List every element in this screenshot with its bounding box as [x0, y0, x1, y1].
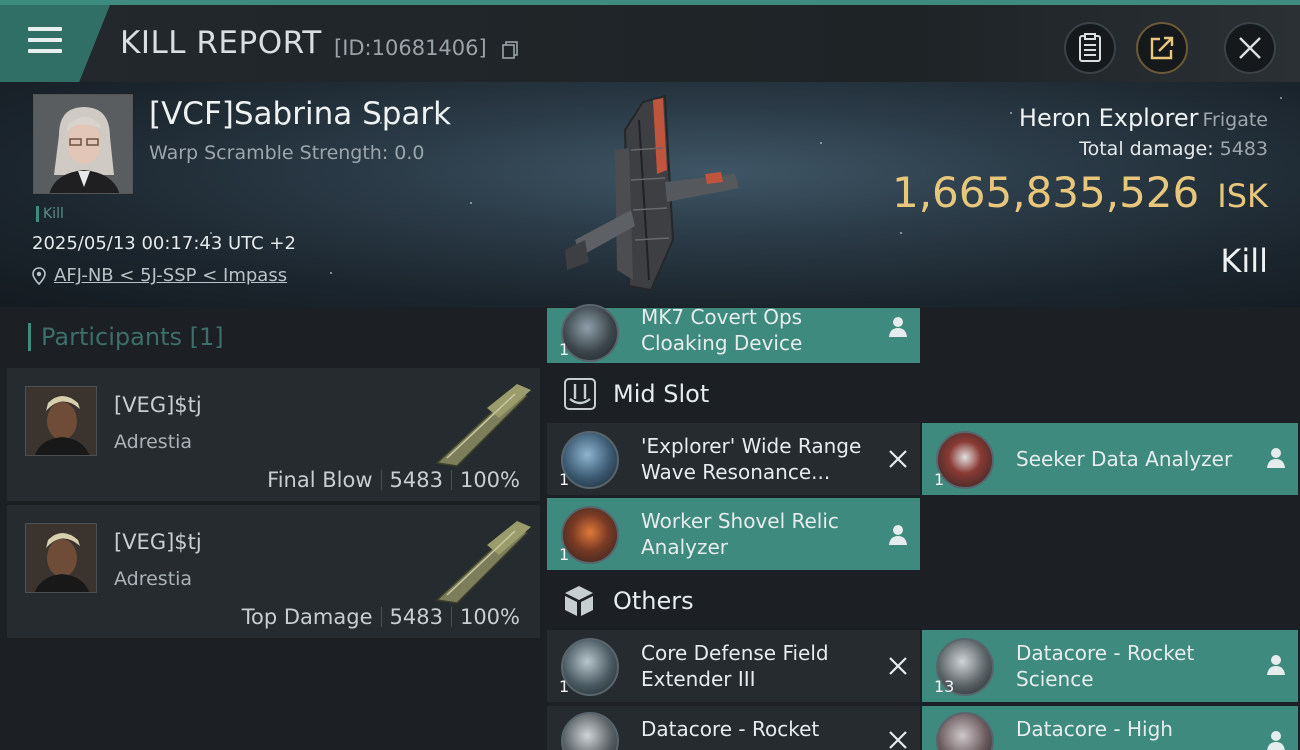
warp-scramble-strength: Warp Scramble Strength: 0.0 — [149, 142, 425, 164]
total-damage: Total damage: 5483 — [1079, 138, 1268, 160]
header-bar: KILL REPORT [ID:10681406] — [0, 0, 1300, 82]
item-icon — [561, 712, 619, 750]
participant-card[interactable]: [VEG]$tj Adrestia Final Blow 5483 100% — [7, 368, 540, 503]
cross-icon — [889, 450, 907, 468]
item-name: Datacore - Rocket Science — [1016, 641, 1195, 691]
location-link[interactable]: AFJ-NB < 5J-SSP < Impass — [54, 265, 287, 286]
victim-banner: [VCF]Sabrina Spark Warp Scramble Strengt… — [0, 82, 1300, 307]
fitting-item-datacore-rocket[interactable]: Datacore - Rocket — [547, 706, 920, 750]
ship-name[interactable]: Heron Explorer Frigate — [1019, 104, 1268, 132]
participant-ship: Adrestia — [114, 431, 193, 453]
item-icon — [561, 431, 619, 489]
section-mid-slot: Mid Slot — [547, 368, 1297, 420]
cross-icon — [889, 657, 907, 675]
fitting-item-data-analyzer[interactable]: 1 Seeker Data Analyzer — [922, 423, 1298, 495]
kill-datetime: 2025/05/13 00:17:43 UTC +2 — [32, 233, 296, 254]
item-name: Datacore - Rocket — [641, 717, 820, 741]
item-name: Datacore - High — [1016, 717, 1173, 741]
participant-card[interactable]: [VEG]$tj Adrestia Top Damage 5483 100% — [7, 505, 540, 640]
page-title: KILL REPORT — [120, 25, 322, 61]
kill-result-label: Kill — [1220, 242, 1268, 280]
item-icon — [936, 712, 994, 750]
clipboard-button[interactable] — [1064, 22, 1116, 74]
victim-name[interactable]: [VCF]Sabrina Spark — [149, 96, 451, 132]
location-pin-icon — [32, 266, 46, 285]
mid-slot-icon — [564, 378, 596, 410]
person-icon — [889, 525, 907, 545]
fitting-item-datacore-high[interactable]: Datacore - High — [922, 706, 1298, 750]
participant-role: Top Damage — [241, 605, 373, 629]
kill-location[interactable]: AFJ-NB < 5J-SSP < Impass — [32, 265, 287, 286]
fitting-item-relic-analyzer[interactable]: 1 Worker Shovel Relic Analyzer — [547, 498, 920, 570]
person-icon — [889, 317, 907, 337]
participant-stats: Top Damage 5483 100% — [234, 605, 528, 629]
menu-icon — [28, 27, 62, 55]
copy-icon[interactable] — [502, 41, 518, 59]
item-icon — [936, 431, 994, 489]
item-name: MK7 Covert Ops Cloaking Device — [641, 305, 803, 355]
clipboard-icon — [1079, 33, 1101, 62]
close-icon — [1239, 37, 1261, 59]
ship-class: Frigate — [1202, 109, 1268, 131]
participant-role: Final Blow — [267, 468, 373, 492]
participant-avatar[interactable] — [25, 386, 97, 456]
isk-value: 1,665,835,526 ISK — [891, 168, 1268, 217]
report-id: [ID:10681406] — [334, 36, 487, 60]
participant-name[interactable]: [VEG]$tj — [114, 393, 202, 417]
participant-percent: 100% — [459, 605, 520, 629]
item-icon — [561, 506, 619, 564]
fitting-item-shield-extender[interactable]: 1 Core Defense Field Extender III — [547, 630, 920, 702]
person-icon — [1267, 731, 1285, 750]
fitting-item-cloaking-device[interactable]: 1 MK7 Covert Ops Cloaking Device — [547, 304, 920, 363]
close-button[interactable] — [1224, 22, 1276, 74]
participant-stats: Final Blow 5483 100% — [259, 468, 528, 492]
victim-portrait[interactable] — [33, 94, 133, 194]
cube-icon — [565, 586, 593, 616]
participant-avatar[interactable] — [25, 523, 97, 593]
person-icon — [1267, 448, 1285, 468]
fitting-item-datacore-rocket-science[interactable]: 13 Datacore - Rocket Science — [922, 630, 1298, 702]
item-icon — [561, 638, 619, 696]
participants-header: Participants [1] — [28, 323, 224, 351]
participant-damage: 5483 — [389, 468, 443, 492]
person-icon — [1267, 655, 1285, 675]
ship-image[interactable] — [555, 90, 745, 300]
participant-ship-image — [435, 384, 531, 467]
item-icon — [561, 304, 619, 362]
kill-tag: Kill — [36, 206, 64, 222]
share-button[interactable] — [1136, 22, 1188, 74]
cross-icon — [889, 731, 907, 749]
participant-percent: 100% — [459, 468, 520, 492]
item-name: Core Defense Field Extender III — [641, 641, 829, 691]
participant-ship-image — [435, 521, 531, 604]
participant-damage: 5483 — [389, 605, 443, 629]
item-name: 'Explorer' Wide Range Wave Resonance... — [641, 434, 862, 484]
item-name: Seeker Data Analyzer — [1016, 447, 1233, 471]
item-name: Worker Shovel Relic Analyzer — [641, 509, 839, 559]
share-icon — [1150, 36, 1174, 60]
participant-name[interactable]: [VEG]$tj — [114, 530, 202, 554]
section-others: Others — [547, 575, 1297, 627]
fitting-item-survey-probe[interactable]: 1 'Explorer' Wide Range Wave Resonance..… — [547, 423, 920, 495]
participant-ship: Adrestia — [114, 568, 193, 590]
menu-button[interactable] — [0, 5, 110, 82]
